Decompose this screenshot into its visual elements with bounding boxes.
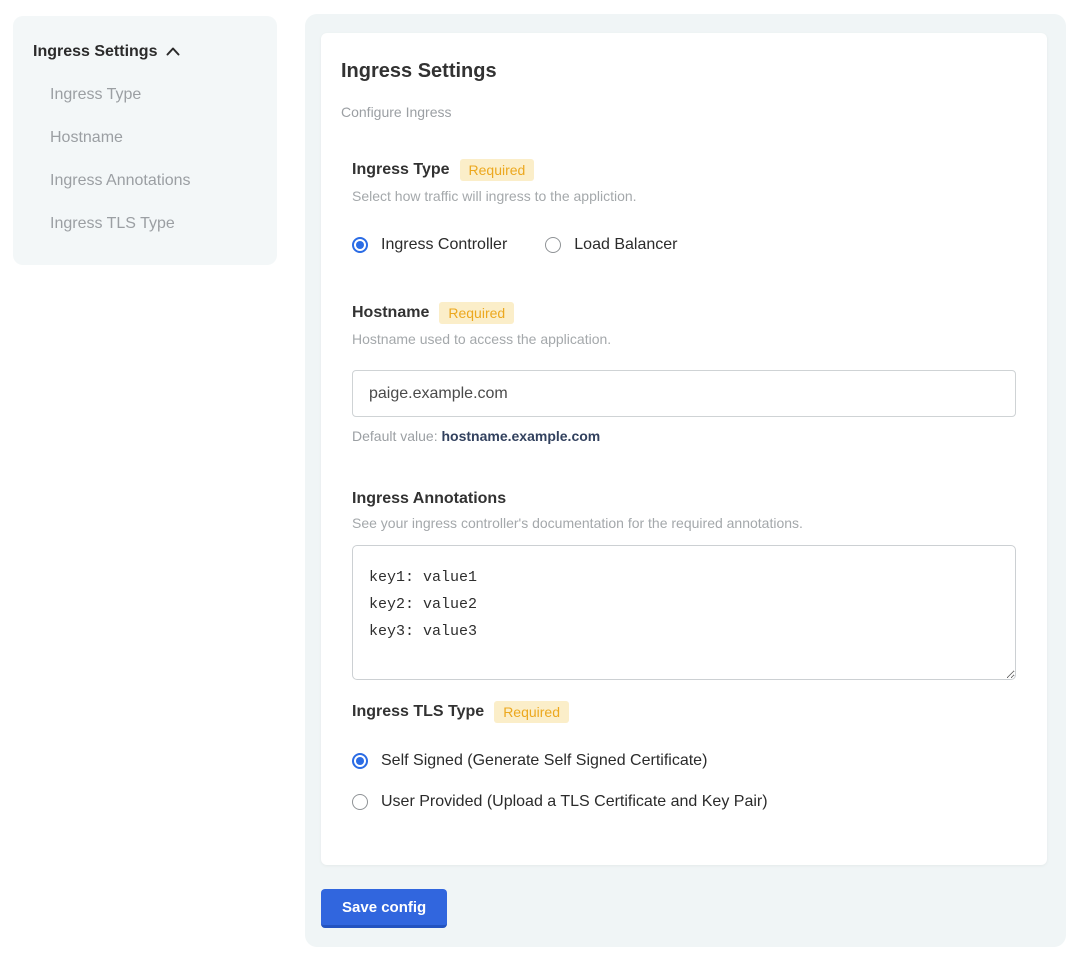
radio-label: User Provided (Upload a TLS Certificate … [381, 793, 768, 811]
ingress-annotations-label: Ingress Annotations [352, 490, 506, 508]
sidebar-item-hostname[interactable]: Hostname [33, 129, 257, 147]
radio-selected-icon [352, 753, 368, 769]
ingress-annotations-textarea[interactable]: key1: value1 key2: value2 key3: value3 [352, 545, 1016, 680]
radio-selected-icon [352, 237, 368, 253]
radio-label: Self Signed (Generate Self Signed Certif… [381, 752, 707, 770]
radio-ingress-controller[interactable]: Ingress Controller [352, 236, 507, 254]
sidebar-item-ingress-type[interactable]: Ingress Type [33, 86, 257, 104]
default-value-prefix: Default value: [352, 428, 442, 444]
group-ingress-type: Ingress Type Required Select how traffic… [352, 159, 1027, 254]
sidebar-group-toggle[interactable]: Ingress Settings [33, 43, 257, 61]
hostname-input[interactable] [352, 370, 1016, 417]
radio-load-balancer[interactable]: Load Balancer [545, 236, 677, 254]
page-title: Ingress Settings [341, 60, 1027, 83]
radio-user-provided[interactable]: User Provided (Upload a TLS Certificate … [352, 793, 1027, 811]
config-nav-sidebar: Ingress Settings Ingress Type Hostname I… [13, 16, 277, 265]
hostname-default-line: Default value: hostname.example.com [352, 428, 1027, 444]
radio-label: Ingress Controller [381, 236, 507, 254]
required-badge: Required [439, 302, 514, 324]
group-ingress-annotations: Ingress Annotations See your ingress con… [352, 490, 1027, 680]
default-value-text: hostname.example.com [442, 428, 601, 444]
sidebar-group-title: Ingress Settings [33, 43, 157, 61]
ingress-settings-card: Ingress Settings Configure Ingress Ingre… [321, 33, 1047, 865]
ingress-annotations-help-text: See your ingress controller's documentat… [352, 515, 1027, 531]
group-hostname: Hostname Required Hostname used to acces… [352, 302, 1027, 444]
config-main-panel: Ingress Settings Configure Ingress Ingre… [305, 14, 1066, 947]
hostname-label: Hostname [352, 304, 429, 322]
required-badge: Required [494, 701, 569, 723]
required-badge: Required [460, 159, 535, 181]
save-config-button[interactable]: Save config [321, 889, 447, 928]
radio-unselected-icon [545, 237, 561, 253]
ingress-type-label: Ingress Type [352, 161, 450, 179]
group-ingress-tls-type: Ingress TLS Type Required Self Signed (G… [352, 701, 1027, 811]
radio-self-signed[interactable]: Self Signed (Generate Self Signed Certif… [352, 752, 1027, 770]
page-subtitle: Configure Ingress [341, 104, 1027, 120]
sidebar-item-ingress-tls-type[interactable]: Ingress TLS Type [33, 215, 257, 233]
chevron-up-icon [166, 43, 180, 61]
radio-label: Load Balancer [574, 236, 677, 254]
sidebar-item-ingress-annotations[interactable]: Ingress Annotations [33, 172, 257, 190]
radio-unselected-icon [352, 794, 368, 810]
ingress-tls-type-label: Ingress TLS Type [352, 703, 484, 721]
ingress-type-help-text: Select how traffic will ingress to the a… [352, 188, 1027, 204]
hostname-help-text: Hostname used to access the application. [352, 331, 1027, 347]
